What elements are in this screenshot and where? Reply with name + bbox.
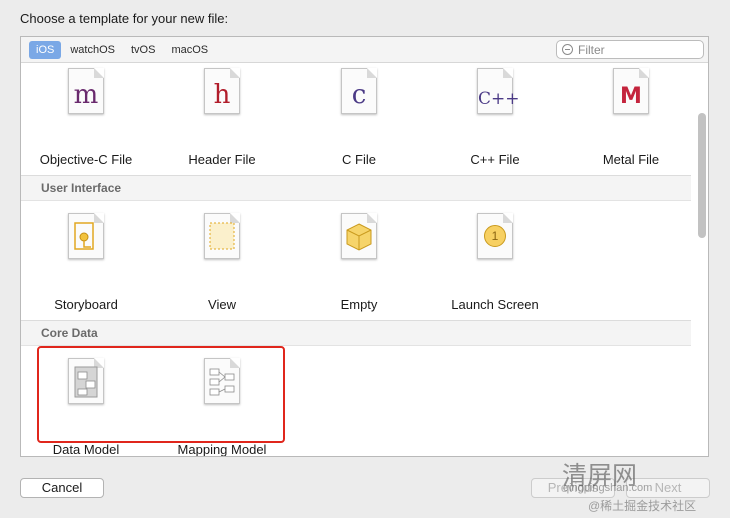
- template-label: Launch Screen: [451, 297, 539, 312]
- template-storyboard[interactable]: Storyboard: [21, 209, 151, 319]
- objective-c-file-icon: m: [68, 68, 104, 114]
- platform-tab-bar: iOS watchOS tvOS macOS Filter: [21, 37, 708, 63]
- section-header-core-data: Core Data: [21, 320, 691, 346]
- platform-tabs: iOS watchOS tvOS macOS: [29, 41, 215, 59]
- template-label: Storyboard: [54, 297, 118, 312]
- tab-tvos[interactable]: tvOS: [124, 41, 162, 59]
- template-c-file[interactable]: c C File: [294, 64, 424, 174]
- template-label: C++ File: [470, 152, 520, 167]
- tab-ios[interactable]: iOS: [29, 41, 62, 59]
- template-view[interactable]: View: [157, 209, 287, 319]
- vertical-scrollbar[interactable]: [698, 113, 706, 238]
- template-launch-screen[interactable]: 1 Launch Screen: [430, 209, 560, 319]
- section-header-user-interface: User Interface: [21, 175, 691, 201]
- template-metal-file[interactable]: M Metal File: [566, 64, 696, 174]
- cpp-file-icon: C++: [477, 68, 520, 114]
- template-header-file[interactable]: h Header File: [157, 64, 287, 174]
- view-icon: [204, 213, 240, 259]
- template-browser: iOS watchOS tvOS macOS Filter m Objectiv…: [20, 36, 709, 457]
- section-title: Core Data: [41, 326, 98, 340]
- section-title: User Interface: [41, 181, 122, 195]
- filter-icon: [562, 44, 573, 55]
- template-label: View: [208, 297, 236, 312]
- filter-input[interactable]: Filter: [556, 40, 704, 59]
- cancel-button[interactable]: Cancel: [20, 478, 104, 498]
- launch-screen-icon: 1: [477, 213, 513, 259]
- template-label: Objective-C File: [39, 152, 133, 167]
- filter-placeholder: Filter: [578, 43, 605, 57]
- watermark-url: qingpingshan.com: [563, 482, 653, 494]
- tab-watchos[interactable]: watchOS: [63, 41, 122, 59]
- tab-macos[interactable]: macOS: [164, 41, 215, 59]
- template-label: Metal File: [602, 152, 660, 167]
- core-data-highlight-box: [37, 346, 285, 443]
- template-label: Empty: [340, 297, 378, 312]
- source-template-row: m Objective-C File h Header File c C Fil…: [21, 64, 691, 184]
- template-label: C File: [342, 152, 376, 167]
- template-label: Data Model: [52, 442, 120, 457]
- template-label: Mapping Model: [177, 442, 267, 457]
- watermark-credit: @稀土掘金技术社区: [588, 499, 697, 513]
- header-file-icon: h: [204, 68, 240, 114]
- template-empty[interactable]: Empty: [294, 209, 424, 319]
- template-cpp-file[interactable]: C++ C++ File: [430, 64, 560, 174]
- user-interface-row: Storyboard View Empty 1 Launch Screen: [21, 209, 691, 329]
- empty-icon: [341, 213, 377, 259]
- storyboard-icon: [68, 213, 104, 259]
- template-label: Header File: [188, 152, 256, 167]
- c-file-icon: c: [341, 68, 377, 114]
- metal-file-icon: M: [613, 68, 649, 114]
- dialog-heading: Choose a template for your new file:: [20, 11, 229, 26]
- template-objective-c-file[interactable]: m Objective-C File: [21, 64, 151, 174]
